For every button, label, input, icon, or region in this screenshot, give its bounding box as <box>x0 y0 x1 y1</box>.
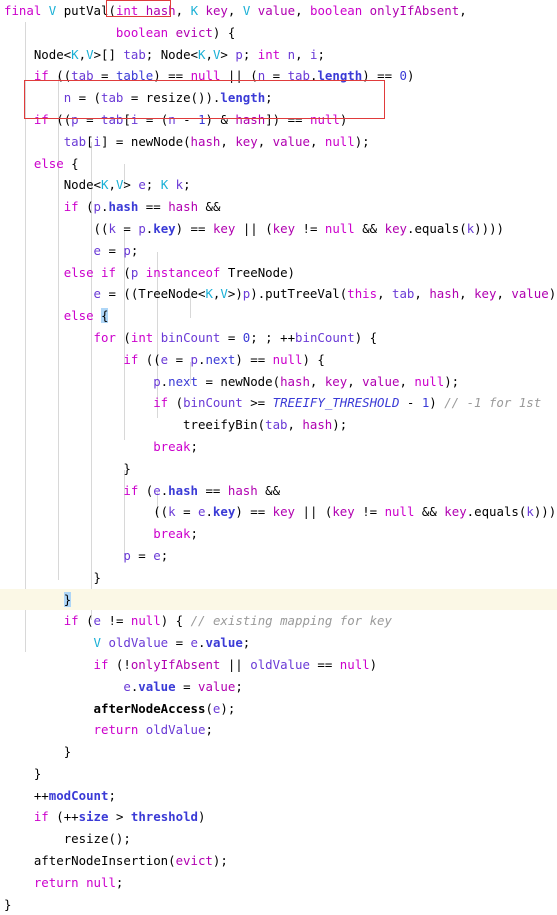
code-line[interactable]: if ((tab = table) == null || (n = tab.le… <box>0 65 557 87</box>
code-line[interactable]: e.value = value; <box>0 676 557 698</box>
code-line[interactable]: if (!onlyIfAbsent || oldValue == null) <box>0 654 557 676</box>
code-line[interactable]: p = e; <box>0 545 557 567</box>
code-line[interactable]: afterNodeAccess(e); <box>0 698 557 720</box>
code-line[interactable]: e = ((TreeNode<K,V>)p).putTreeVal(this, … <box>0 283 557 305</box>
code-line[interactable]: if (e.hash == hash && <box>0 480 557 502</box>
code-line[interactable]: if (e != null) { // existing mapping for… <box>0 610 557 632</box>
code-line[interactable]: } <box>0 894 557 915</box>
code-line[interactable]: if (++size > threshold) <box>0 806 557 828</box>
code-line[interactable]: p.next = newNode(hash, key, value, null)… <box>0 371 557 393</box>
code-line[interactable]: final V putVal(int hash, K key, V value,… <box>0 0 557 22</box>
code-line[interactable]: break; <box>0 523 557 545</box>
code-line[interactable]: boolean evict) { <box>0 22 557 44</box>
code-line[interactable]: ++modCount; <box>0 785 557 807</box>
code-line[interactable]: if ((e = p.next) == null) { <box>0 349 557 371</box>
code-line[interactable]: for (int binCount = 0; ; ++binCount) { <box>0 327 557 349</box>
code-line[interactable]: ((k = p.key) == key || (key != null && k… <box>0 218 557 240</box>
code-line[interactable]: else { <box>0 153 557 175</box>
code-line[interactable]: else { <box>0 305 557 327</box>
code-line[interactable]: else if (p instanceof TreeNode) <box>0 262 557 284</box>
code-line[interactable]: } <box>0 763 557 785</box>
code-line[interactable]: if (binCount >= TREEIFY_THRESHOLD - 1) /… <box>0 392 557 414</box>
code-line[interactable]: if (p.hash == hash && <box>0 196 557 218</box>
code-line[interactable]: return null; <box>0 872 557 894</box>
code-line[interactable]: resize(); <box>0 828 557 850</box>
code-line[interactable]: if ((p = tab[i = (n - 1) & hash]) == nul… <box>0 109 557 131</box>
code-line[interactable]: Node<K,V>[] tab; Node<K,V> p; int n, i; <box>0 44 557 66</box>
code-line[interactable]: V oldValue = e.value; <box>0 632 557 654</box>
code-line[interactable]: } <box>0 458 557 480</box>
code-line[interactable]: tab[i] = newNode(hash, key, value, null)… <box>0 131 557 153</box>
code-lines[interactable]: final V putVal(int hash, K key, V value,… <box>0 0 557 915</box>
code-line[interactable]: break; <box>0 436 557 458</box>
code-editor-viewport[interactable]: final V putVal(int hash, K key, V value,… <box>0 0 557 912</box>
code-line[interactable]: treeifyBin(tab, hash); <box>0 414 557 436</box>
code-line[interactable]: } <box>0 567 557 589</box>
code-line[interactable]: ((k = e.key) == key || (key != null && k… <box>0 501 557 523</box>
code-line-current[interactable]: } <box>0 588 557 611</box>
code-line[interactable]: n = (tab = resize()).length; <box>0 87 557 109</box>
code-line[interactable]: e = p; <box>0 240 557 262</box>
code-line[interactable]: return oldValue; <box>0 719 557 741</box>
code-line[interactable]: Node<K,V> e; K k; <box>0 174 557 196</box>
code-line[interactable]: } <box>0 741 557 763</box>
code-line[interactable]: afterNodeInsertion(evict); <box>0 850 557 872</box>
